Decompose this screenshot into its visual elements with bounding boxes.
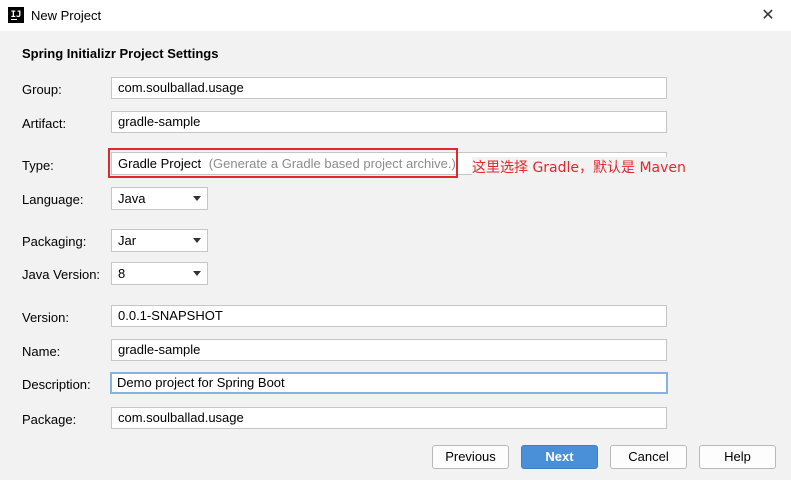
package-label: Package: (22, 412, 77, 427)
artifact-field[interactable]: gradle-sample (111, 111, 667, 133)
annotation-highlight-box (108, 148, 458, 178)
java-version-select-value: 8 (118, 266, 126, 281)
packaging-label: Packaging: (22, 234, 87, 249)
language-select[interactable]: Java (111, 187, 208, 210)
name-field[interactable]: gradle-sample (111, 339, 667, 361)
previous-button[interactable]: Previous (432, 445, 509, 469)
version-field[interactable]: 0.0.1-SNAPSHOT (111, 305, 667, 327)
group-field[interactable]: com.soulballad.usage (111, 77, 667, 99)
intellij-app-icon: IJ (8, 7, 24, 23)
description-field[interactable]: Demo project for Spring Boot (110, 372, 668, 394)
chevron-down-icon (193, 238, 201, 243)
close-icon[interactable]: ✕ (759, 6, 777, 24)
description-label: Description: (22, 377, 91, 392)
java-version-select[interactable]: 8 (111, 262, 208, 285)
chevron-down-icon (193, 271, 201, 276)
annotation-text: 这里选择 Gradle，默认是 Maven (472, 157, 688, 177)
package-field[interactable]: com.soulballad.usage (111, 407, 667, 429)
cancel-button[interactable]: Cancel (610, 445, 687, 469)
next-button[interactable]: Next (521, 445, 598, 469)
language-label: Language: (22, 192, 84, 207)
artifact-label: Artifact: (22, 116, 67, 131)
section-title: Spring Initializr Project Settings (22, 46, 219, 61)
language-select-value: Java (118, 191, 146, 206)
packaging-select[interactable]: Jar (111, 229, 208, 252)
packaging-select-value: Jar (118, 233, 137, 248)
name-label: Name: (22, 344, 61, 359)
group-label: Group: (22, 82, 62, 97)
window-title: New Project (31, 8, 102, 23)
type-label: Type: (22, 158, 54, 173)
version-label: Version: (22, 310, 69, 325)
chevron-down-icon (193, 196, 201, 201)
java-version-label: Java Version: (22, 267, 101, 282)
title-bar: IJ New Project ✕ (0, 0, 791, 31)
help-button[interactable]: Help (699, 445, 776, 469)
